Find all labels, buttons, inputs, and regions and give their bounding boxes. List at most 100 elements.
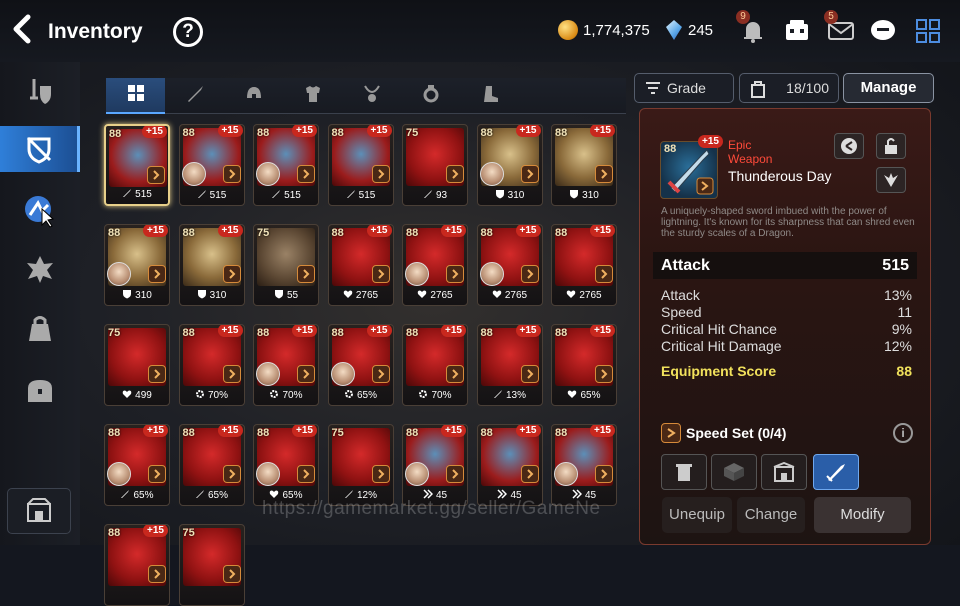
inventory-item[interactable]: 88 +15 13% bbox=[476, 324, 543, 406]
back-arrow-icon[interactable] bbox=[10, 14, 40, 48]
nav-heroes[interactable] bbox=[0, 68, 80, 114]
enhance-button[interactable] bbox=[813, 454, 859, 490]
inventory-count[interactable]: 18/100 bbox=[739, 73, 839, 103]
inventory-item[interactable]: 88 +15 515 bbox=[253, 124, 319, 206]
store-button[interactable] bbox=[761, 454, 807, 490]
tab-necklace[interactable] bbox=[342, 78, 401, 114]
set-effect-button[interactable] bbox=[876, 167, 906, 193]
inventory-item[interactable]: 88 +15 45 bbox=[476, 424, 543, 506]
gear-icon bbox=[195, 390, 205, 402]
unequip-button[interactable]: Unequip bbox=[662, 497, 732, 533]
menu-button[interactable] bbox=[913, 16, 943, 46]
inventory-item[interactable]: 88 +15 310 bbox=[178, 224, 245, 306]
item-stat-value: 515 bbox=[209, 190, 227, 201]
inventory-item[interactable]: 88 +15 310 bbox=[104, 224, 170, 306]
wings-icon bbox=[884, 173, 898, 187]
tab-ring[interactable] bbox=[401, 78, 460, 114]
inventory-item[interactable]: 88 +15 310 bbox=[551, 124, 617, 206]
helmet-icon bbox=[244, 84, 264, 109]
nav-equipment[interactable] bbox=[0, 126, 80, 172]
inventory-item[interactable]: 88 +15 70% bbox=[178, 324, 245, 406]
inventory-item[interactable]: 75 55 bbox=[253, 224, 319, 306]
item-stat-value: 515 bbox=[284, 190, 301, 201]
extract-button[interactable] bbox=[711, 454, 757, 490]
inventory-item[interactable]: 88 +15 2765 bbox=[327, 224, 394, 306]
inventory-item[interactable]: 88 +15 65% bbox=[178, 424, 245, 506]
inventory-item[interactable]: 88 +15 2765 bbox=[476, 224, 543, 306]
item-level: 88 bbox=[480, 427, 493, 439]
item-stat-value: 515 bbox=[358, 190, 376, 201]
gold-coin-icon bbox=[558, 20, 578, 40]
inventory-item[interactable]: 88 +15 70% bbox=[253, 324, 319, 406]
item-stat-value: 13% bbox=[505, 390, 526, 401]
inventory-item[interactable]: 88 +15 310 bbox=[476, 124, 543, 206]
mail-button[interactable]: 5 bbox=[824, 10, 856, 46]
mail-badge: 5 bbox=[824, 10, 838, 24]
notice-badge: 9 bbox=[736, 10, 750, 24]
enhance-badge: +15 bbox=[143, 225, 168, 237]
tab-weapon[interactable] bbox=[165, 78, 224, 114]
grade-label: Grade bbox=[667, 80, 706, 96]
inventory-item[interactable]: 75 12% bbox=[327, 424, 394, 506]
item-stat-value: 93 bbox=[435, 190, 448, 201]
info-icon[interactable]: i bbox=[893, 423, 913, 443]
help-button[interactable]: ? bbox=[173, 17, 203, 47]
top-bar: Inventory ? 1,774,375 245 9 5 bbox=[0, 0, 960, 62]
inventory-item[interactable]: 88 +15 45 bbox=[402, 424, 468, 506]
tab-helmet[interactable] bbox=[224, 78, 283, 114]
inventory-item[interactable]: 88 +15 2765 bbox=[551, 224, 617, 306]
inventory-item[interactable]: 88 +15 515 bbox=[327, 124, 394, 206]
lock-button[interactable] bbox=[876, 133, 906, 159]
nav-catalysts[interactable] bbox=[0, 246, 80, 292]
inventory-item[interactable]: 75 499 bbox=[104, 324, 170, 406]
nav-storage[interactable] bbox=[0, 368, 80, 414]
nav-artifacts[interactable] bbox=[0, 188, 80, 234]
inventory-item[interactable]: 88 +15 65% bbox=[253, 424, 319, 506]
crystal-icon bbox=[666, 20, 682, 40]
shop-button[interactable] bbox=[7, 488, 71, 534]
chat-button[interactable] bbox=[868, 16, 898, 46]
substat-label: Speed bbox=[661, 304, 702, 320]
manage-button[interactable]: Manage bbox=[843, 73, 934, 103]
inventory-item[interactable]: 88 +15 515 bbox=[178, 124, 245, 206]
item-stat-value: 2765 bbox=[355, 290, 379, 301]
inventory-item[interactable]: 75 bbox=[178, 524, 245, 606]
item-main-stat: 65% bbox=[105, 489, 169, 502]
inventory-item[interactable]: 88 +15 70% bbox=[402, 324, 468, 406]
set-icon bbox=[595, 165, 613, 183]
grade-sort-button[interactable]: Grade bbox=[634, 73, 734, 103]
set-icon bbox=[147, 166, 165, 184]
inventory-item[interactable]: 88 +15 65% bbox=[327, 324, 394, 406]
enhance-badge: +15 bbox=[515, 225, 541, 237]
modify-button[interactable]: Modify bbox=[814, 497, 911, 533]
set-icon bbox=[520, 165, 539, 183]
share-button[interactable] bbox=[834, 133, 864, 159]
nav-materials[interactable] bbox=[0, 306, 80, 352]
inventory-item[interactable]: 88 +15 bbox=[104, 524, 170, 606]
sell-button[interactable] bbox=[661, 454, 707, 490]
sword-icon bbox=[271, 190, 281, 202]
inventory-item[interactable]: 88 +15 2765 bbox=[402, 224, 468, 306]
inventory-item[interactable]: 88 +15 515 bbox=[104, 124, 170, 206]
inventory-item[interactable]: 88 +15 65% bbox=[551, 324, 617, 406]
tab-boots[interactable] bbox=[460, 78, 519, 114]
grid-icon bbox=[127, 84, 145, 107]
inventory-item[interactable]: 88 +15 45 bbox=[551, 424, 617, 506]
shield-icon bbox=[569, 190, 579, 202]
item-level: 88 bbox=[480, 227, 493, 239]
item-level: 88 bbox=[182, 127, 195, 139]
tab-armor[interactable] bbox=[283, 78, 342, 114]
notice-button[interactable]: 9 bbox=[736, 10, 768, 46]
item-level: 88 bbox=[182, 227, 195, 239]
change-button[interactable]: Change bbox=[737, 497, 805, 533]
item-main-stat: 55 bbox=[254, 289, 318, 302]
set-info: Speed Set (0/4) bbox=[661, 423, 786, 443]
inventory-item[interactable]: 88 +15 65% bbox=[104, 424, 170, 506]
tab-all[interactable] bbox=[106, 78, 165, 114]
item-main-stat: 2765 bbox=[478, 289, 542, 302]
set-icon bbox=[222, 465, 241, 483]
substats-list: Attack 13% Speed 11 Critical Hit Chance 9% … bbox=[661, 287, 912, 379]
inventory-item[interactable]: 75 93 bbox=[402, 124, 468, 206]
guild-button[interactable] bbox=[782, 16, 812, 46]
item-stat-value: 2765 bbox=[430, 290, 453, 301]
